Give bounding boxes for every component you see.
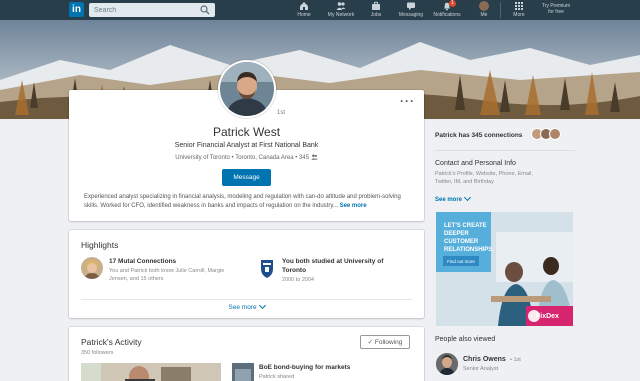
summary-see-more-link[interactable]: See more	[340, 203, 367, 209]
separator: •	[295, 155, 298, 161]
nav-divider	[500, 2, 501, 18]
nav-me[interactable]: Me	[467, 1, 501, 20]
highlight-title: 17 Mutal Connections	[109, 258, 177, 265]
followers-count: 350 followers	[81, 350, 114, 356]
chevron-down-icon	[258, 301, 266, 310]
home-icon	[300, 2, 308, 10]
premium-line2: for free	[548, 9, 564, 15]
contact-see-more-link[interactable]: See more	[435, 193, 472, 203]
nav-home[interactable]: Home	[287, 1, 321, 20]
sidebar-ad[interactable]: LET'S CREATE DEEPER CUSTOMER RELATIONSHI…	[436, 212, 573, 326]
profile-name: Patrick West	[212, 125, 281, 139]
highlights-title: Highlights	[81, 240, 119, 250]
search-input[interactable]	[89, 3, 215, 17]
people-also-viewed-title: People also viewed	[435, 336, 496, 343]
nav-messaging-label: Messaging	[398, 12, 424, 18]
profile-subline: University of Toronto • Toronto, Canada …	[69, 154, 424, 161]
search-icon[interactable]	[200, 5, 210, 15]
activity-post-subtitle: Patrick shared	[259, 374, 295, 380]
nav-me-label: Me	[480, 12, 488, 18]
person-avatar[interactable]	[436, 353, 458, 375]
contact-line2: Twitter, IM, and Birthday	[435, 179, 494, 185]
connection-degree: 1st	[277, 110, 286, 116]
nav-jobs-label: Jobs	[370, 12, 382, 18]
nav-messaging[interactable]: Messaging	[394, 1, 428, 20]
contact-info-title: Contact and Personal Info	[435, 160, 516, 167]
me-avatar	[479, 1, 489, 11]
linkedin-logo[interactable]: in	[69, 2, 84, 17]
notification-badge: 1	[449, 0, 456, 7]
nav-my-network-label: My Network	[327, 12, 355, 18]
right-sidebar: Patrick has 345 connections Contact and …	[425, 119, 585, 381]
profile-photo-image	[220, 62, 274, 116]
following-button[interactable]: ✓ Following	[360, 335, 410, 349]
ad-find-out-more-button[interactable]: Find out more	[443, 256, 479, 266]
contact-line1: Patrick's Profile, Website, Phone, Email…	[435, 171, 533, 177]
activity-post-thumbnail[interactable]	[232, 363, 254, 381]
nav-notifications[interactable]: 1 Notifications	[430, 0, 464, 20]
separator: •	[231, 155, 234, 161]
highlight-line1: You and Patrick both know Julie Carroll,…	[109, 268, 225, 274]
see-more-label: See more	[228, 304, 257, 311]
highlight-line1: Toronto	[282, 267, 307, 274]
nav-my-network[interactable]: My Network	[324, 1, 358, 20]
connection-avatar	[549, 128, 561, 140]
contact-info-description: Patrick's Profile, Website, Phone, Email…	[435, 170, 575, 186]
highlights-card: Highlights 17 Mutal Connections You and …	[69, 230, 424, 318]
person-name[interactable]: Chris Owens	[463, 356, 506, 363]
highlight-line2: 2000 to 2004	[282, 277, 315, 283]
nav-home-label: Home	[297, 12, 311, 18]
nav-more-label: More	[513, 12, 525, 18]
following-label: Following	[374, 339, 403, 346]
mutual-connection-avatar	[81, 257, 103, 279]
see-more-label: See more	[435, 197, 463, 203]
activity-card: Patrick's Activity 350 followers ✓ Follo…	[69, 327, 424, 381]
grid-icon	[515, 2, 523, 10]
profile-card: 1st ··· Patrick West Senior Financial An…	[69, 60, 424, 221]
message-button[interactable]: Message	[222, 169, 271, 186]
try-premium-link[interactable]: Try Premium for free	[534, 3, 578, 15]
profile-school[interactable]: University of Toronto	[175, 155, 230, 161]
connections-icon	[311, 154, 318, 160]
university-crest-icon	[260, 257, 274, 279]
activity-post-image[interactable]	[81, 363, 221, 381]
nav-more[interactable]: More	[502, 1, 536, 20]
check-icon: ✓	[367, 339, 374, 346]
messaging-icon	[407, 2, 415, 11]
profile-location: Toronto, Canada Area	[235, 155, 294, 161]
person-degree: • 1st	[510, 357, 521, 363]
activity-post-title[interactable]: BoE bond-buying for markets	[259, 364, 350, 371]
nav-jobs[interactable]: Jobs	[359, 1, 393, 20]
briefcase-icon	[372, 1, 380, 10]
ad-headline: LET'S CREATE DEEPER CUSTOMER RELATIONSHI…	[444, 223, 494, 253]
network-icon	[336, 2, 346, 10]
more-options-icon[interactable]: ···	[400, 95, 415, 107]
sidebar-divider	[435, 150, 575, 151]
chevron-down-icon	[463, 193, 472, 202]
highlight-title: You both studied at University of	[282, 258, 384, 265]
profile-summary: Experienced analyst specializing in fina…	[84, 193, 409, 211]
connections-summary[interactable]: Patrick has 345 connections	[435, 132, 522, 139]
highlight-line2: Jensen, and 15 others	[109, 276, 164, 282]
profile-headline: Senior Financial Analyst at First Nation…	[174, 142, 319, 149]
top-nav: in Home My Network Jobs Messaging 1 Noti…	[0, 0, 640, 20]
highlight-shared-school[interactable]: You both studied at University of Toront…	[258, 257, 428, 287]
person-title: Senior Analyst	[463, 366, 499, 372]
highlight-mutual-connections[interactable]: 17 Mutal Connections You and Patrick bot…	[81, 257, 251, 287]
card-divider	[81, 299, 412, 300]
profile-photo[interactable]	[218, 60, 276, 118]
highlights-see-more-link[interactable]: See more	[69, 301, 424, 311]
profile-connections-count[interactable]: 345	[299, 155, 309, 161]
activity-title: Patrick's Activity	[81, 337, 142, 347]
ad-brand-name: FixDex	[536, 313, 559, 320]
nav-notifications-label: Notifications	[433, 12, 461, 18]
